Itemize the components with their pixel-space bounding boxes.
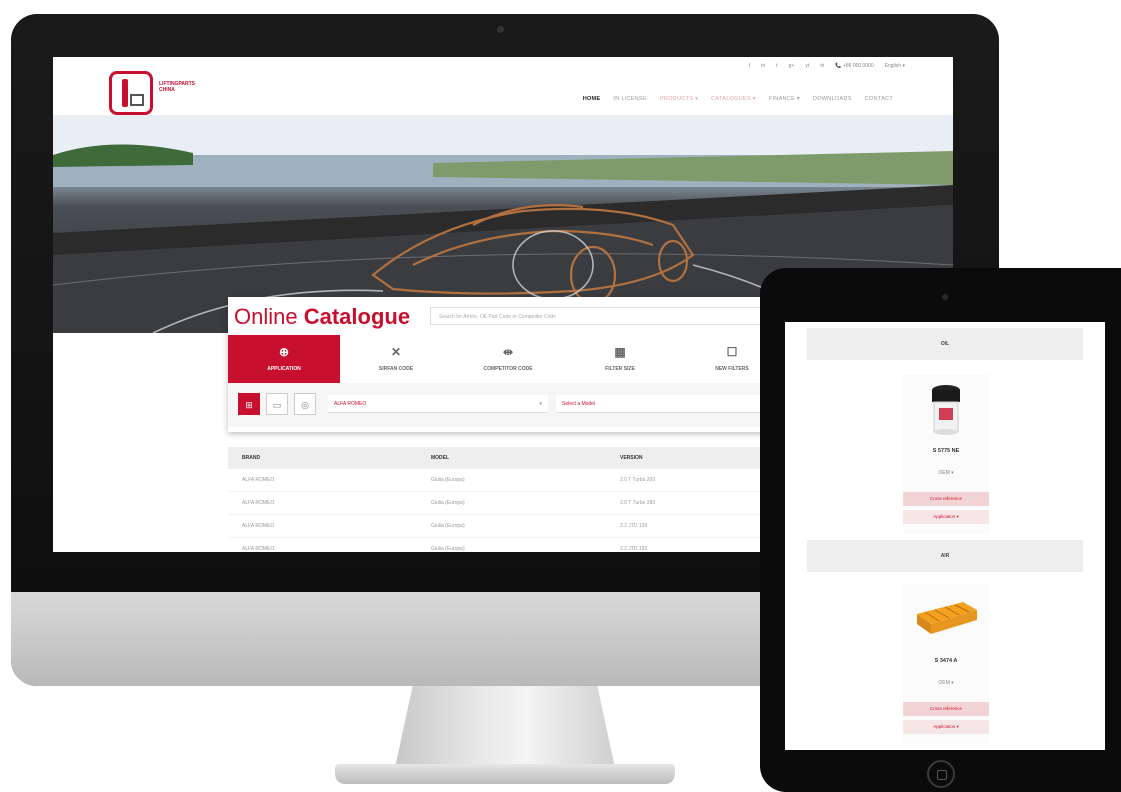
linkedin-icon[interactable]: in: [761, 63, 765, 69]
tablet-home-button[interactable]: [927, 760, 955, 788]
nav-products[interactable]: PRODUCTS ▾: [660, 96, 698, 102]
model-select-value: Select a Model: [562, 401, 596, 407]
cell-brand: ALFA ROMEO: [242, 477, 275, 483]
catalogue-title: Online Catalogue: [234, 304, 410, 330]
new-icon: ☐: [726, 345, 738, 359]
googleplus-icon[interactable]: g+: [789, 63, 795, 69]
product-card[interactable]: S 5775 NE OEM ▾ Cross reference Applicat…: [903, 374, 989, 534]
monitor-stand: [395, 686, 615, 768]
product-name: S 3474 A: [934, 658, 958, 664]
home-icon: [937, 770, 947, 780]
tab-sirfan-code[interactable]: ✕ SIRFAN CODE: [340, 335, 452, 383]
air-filter-image: [917, 602, 977, 634]
monitor-camera: [497, 26, 504, 33]
product-name: S 5775 NE: [932, 448, 960, 454]
social-bar: f in t g+ yt ✉ 📞 +86 000 0000 English ▾: [749, 63, 905, 69]
tab-label: SIRFAN CODE: [378, 366, 414, 372]
logo[interactable]: [109, 71, 153, 115]
brand-select[interactable]: ALFA ROMEO ▾: [328, 395, 548, 413]
facebook-icon[interactable]: f: [749, 63, 750, 69]
tab-filter-size[interactable]: ▦ FILTER SIZE: [564, 335, 676, 383]
cell-model: Giulia (Europa): [431, 500, 465, 506]
monitor-stand-base: [335, 764, 675, 784]
application-button[interactable]: Application ▾: [903, 720, 989, 734]
nav-license[interactable]: IN LICENSE: [613, 96, 647, 102]
logo-box-icon: [130, 94, 144, 106]
nav-catalogues[interactable]: CATALOGUES ▾: [711, 96, 756, 102]
mail-icon[interactable]: ✉: [820, 63, 824, 69]
cell-brand: ALFA ROMEO: [242, 546, 275, 552]
oil-filter-image: [932, 385, 960, 435]
oem-toggle[interactable]: OEM ▾: [903, 470, 989, 476]
category-header-oil: OIL: [807, 328, 1083, 360]
nav-contact[interactable]: CONTACT: [865, 96, 893, 102]
logo-text: LIFTINGPARTS CHINA: [159, 81, 195, 93]
catalogue-title-bold: Catalogue: [303, 304, 411, 329]
tab-label: APPLICATION: [267, 366, 301, 372]
tab-application[interactable]: ⊕ APPLICATION: [228, 335, 340, 383]
cell-brand: ALFA ROMEO: [242, 523, 275, 529]
product-card[interactable]: S 3474 A OEM ▾ Cross reference Applicati…: [903, 584, 989, 744]
brand-line-2: CHINA: [159, 87, 175, 93]
catalogue-title-light: Online: [234, 304, 298, 329]
compare-icon: ⇹: [502, 345, 514, 359]
nav-downloads[interactable]: DOWNLOADS: [813, 96, 852, 102]
cross-icon: ✕: [390, 345, 402, 359]
cross-reference-button[interactable]: Cross reference: [903, 702, 989, 716]
car-icon: ⊕: [278, 345, 290, 359]
vehicle-car-button[interactable]: ⊞: [238, 393, 260, 415]
chevron-down-icon: ▾: [539, 401, 542, 407]
tab-label: NEW FILTERS: [715, 366, 749, 372]
nav-finance[interactable]: FINANCE ▾: [769, 96, 800, 102]
vehicle-truck-button[interactable]: ▭: [266, 393, 288, 415]
twitter-icon[interactable]: t: [776, 63, 777, 69]
col-brand[interactable]: BRAND: [228, 455, 417, 461]
col-model[interactable]: MODEL: [417, 455, 606, 461]
ruler-icon: ▦: [614, 345, 626, 359]
application-button[interactable]: Application ▾: [903, 510, 989, 524]
main-nav: HOME IN LICENSE PRODUCTS ▾ CATALOGUES ▾ …: [583, 96, 893, 102]
tab-label: FILTER SIZE: [605, 366, 635, 372]
phone-number[interactable]: 📞 +86 000 0000: [835, 63, 873, 69]
tablet-camera: [942, 294, 948, 300]
oem-toggle[interactable]: OEM ▾: [903, 680, 989, 686]
tab-label: COMPETITOR CODE: [483, 366, 533, 372]
cell-model: Giulia (Europa): [431, 546, 465, 552]
brand-select-value: ALFA ROMEO: [334, 401, 367, 407]
youtube-icon[interactable]: yt: [805, 63, 809, 69]
nav-home[interactable]: HOME: [583, 96, 601, 102]
cell-brand: ALFA ROMEO: [242, 500, 275, 506]
cell-model: Giulia (Europa): [431, 523, 465, 529]
cell-model: Giulia (Europa): [431, 477, 465, 483]
site-header: LIFTINGPARTS CHINA f in t g+ yt ✉ 📞 +86 …: [53, 57, 953, 117]
category-header-air: AIR: [807, 540, 1083, 572]
tab-competitor-code[interactable]: ⇹ COMPETITOR CODE: [452, 335, 564, 383]
logo-forklift-icon: [122, 79, 128, 107]
language-select[interactable]: English ▾: [885, 63, 905, 69]
vehicle-tractor-button[interactable]: ◎: [294, 393, 316, 415]
cross-reference-button[interactable]: Cross reference: [903, 492, 989, 506]
tablet-screen: OIL S 5775 NE OEM ▾ Cross reference Appl…: [785, 322, 1105, 750]
